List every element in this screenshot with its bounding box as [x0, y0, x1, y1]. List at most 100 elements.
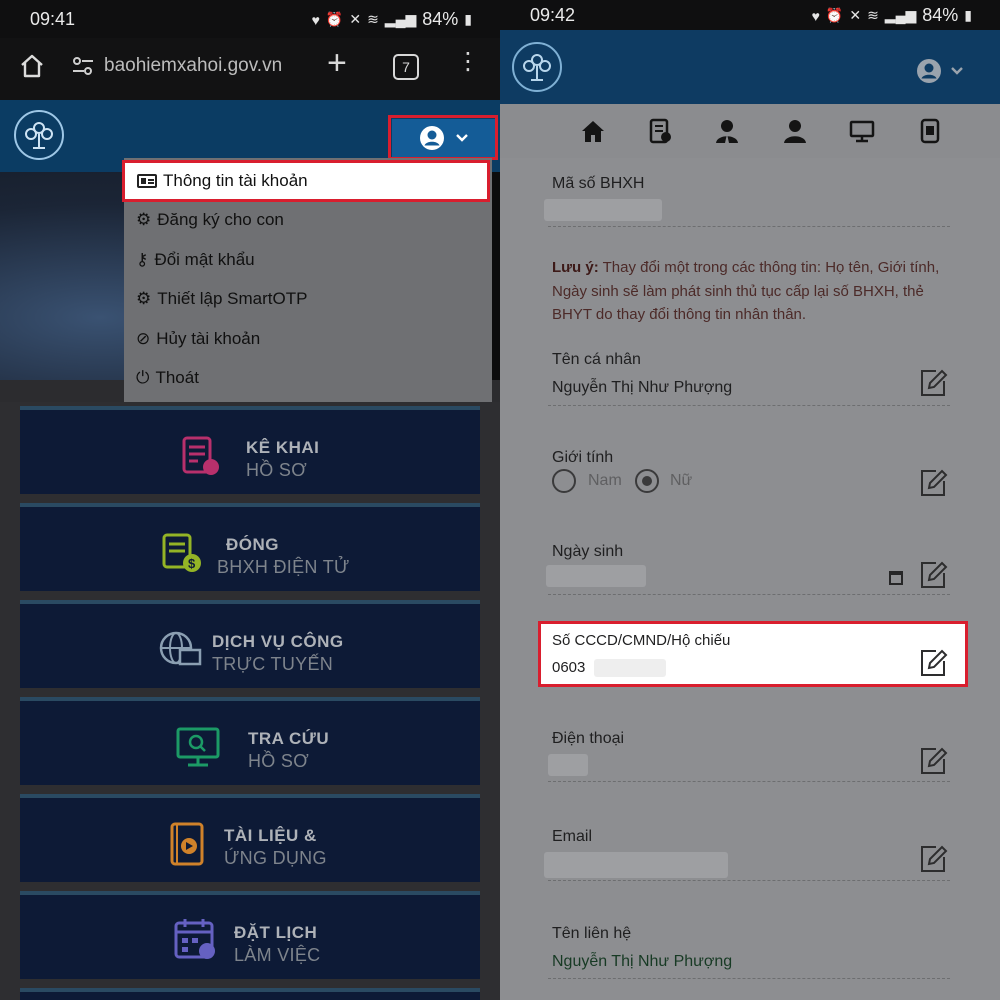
menu-item-change-password[interactable]: ⚷ Đổi mật khẩu [136, 250, 255, 270]
tab-count-button[interactable]: 7 [393, 54, 419, 80]
battery-icon: ▮ [964, 7, 972, 23]
radio-female[interactable] [635, 469, 659, 493]
dob-value-redacted [546, 565, 646, 587]
bhxh-logo[interactable] [12, 108, 66, 162]
invoice-dollar-icon: $ [162, 533, 201, 572]
bhxh-logo[interactable] [510, 40, 564, 94]
tile-title: ĐÓNG [226, 535, 279, 554]
tile-subtitle: HỒ SƠ [246, 460, 307, 480]
menu-item-label: Hủy tài khoản [156, 329, 261, 348]
tile-subtitle: TRỰC TUYẾN [212, 654, 334, 674]
field-divider [548, 594, 950, 595]
new-tab-icon[interactable]: + [327, 46, 347, 80]
phone-label: Điện thoại [552, 730, 625, 747]
field-divider [548, 226, 950, 227]
media-book-icon [170, 822, 204, 866]
battery-percent: 84% [422, 9, 459, 29]
tile-dong-bhxh[interactable]: $ ĐÓNG BHXH ĐIỆN TỬ [20, 503, 480, 591]
field-divider [548, 405, 950, 406]
monitor-search-icon [176, 727, 220, 767]
menu-item-register-child[interactable]: ⚙ Đăng ký cho con [136, 210, 284, 230]
svg-text:$: $ [188, 556, 196, 571]
tile-next-partial [20, 988, 480, 1000]
tile-tai-lieu[interactable]: TÀI LIỆU & ỨNG DỤNG [20, 794, 480, 882]
home-icon[interactable] [18, 52, 46, 80]
menu-item-label: Thông tin tài khoản [163, 171, 308, 190]
menu-item-account-info[interactable]: Thông tin tài khoản [122, 160, 490, 202]
edit-dob-icon[interactable] [918, 560, 948, 590]
edit-name-icon[interactable] [918, 368, 948, 398]
menu-item-smartotp[interactable]: ⚙ Thiết lập SmartOTP [136, 289, 307, 309]
name-value: Nguyễn Thị Như Phượng [552, 379, 733, 396]
monitor-icon[interactable] [849, 118, 875, 144]
right-screenshot: 09:42 ♥ ⏰ ✕ ≋ ▂▄▆ 84% ▮ Mã số BHXH Lưu ý… [500, 0, 1000, 1000]
left-screenshot: 09:41 ♥ ⏰ ✕ ≋ ▂▄▆ 84% ▮ baohiemxahoi.gov… [0, 0, 500, 1000]
name-label: Tên cá nhân [552, 351, 641, 368]
edit-email-icon[interactable] [918, 844, 948, 874]
wifi-icon: ≋ [367, 11, 379, 27]
menu-item-cancel-account[interactable]: ⊘ Hủy tài khoản [136, 329, 260, 349]
change-info-note: Lưu ý: Thay đổi một trong các thông tin:… [552, 256, 952, 327]
gender-label: Giới tính [552, 449, 614, 466]
edit-id-number-icon[interactable] [918, 648, 948, 678]
tile-title: ĐẶT LỊCH [234, 923, 318, 942]
status-time: 09:42 [530, 5, 576, 25]
tile-subtitle: ỨNG DỤNG [224, 848, 327, 868]
user-circle-icon [917, 59, 941, 83]
site-settings-icon[interactable] [72, 56, 94, 76]
gender-male-label: Nam [588, 472, 622, 489]
menu-item-label: Thiết lập SmartOTP [157, 289, 308, 308]
url-text[interactable]: baohiemxahoi.gov.vn [104, 55, 282, 77]
tile-subtitle: BHXH ĐIỆN TỬ [217, 557, 350, 577]
power-icon: ⏻ [136, 368, 150, 387]
tile-ke-khai[interactable]: KÊ KHAI HỒ SƠ [20, 406, 480, 494]
mobile-icon[interactable] [917, 118, 943, 144]
edit-phone-icon[interactable] [918, 746, 948, 776]
tile-dich-vu-cong[interactable]: DỊCH VỤ CÔNG TRỰC TUYẾN [20, 600, 480, 688]
tile-subtitle: HỒ SƠ [248, 751, 309, 771]
gender-female-label: Nữ [670, 472, 693, 489]
wifi-icon: ≋ [867, 7, 879, 23]
account-button[interactable] [916, 58, 964, 84]
tile-tra-cuu[interactable]: TRA CỨU HỒ SƠ [20, 697, 480, 785]
tile-dat-lich[interactable]: ĐẶT LỊCH LÀM VIỆC [20, 891, 480, 979]
more-menu-icon[interactable]: ⋮ [456, 50, 480, 74]
user-icon[interactable] [782, 118, 808, 144]
tile-title: KÊ KHAI [246, 438, 320, 457]
contact-label: Tên liên hệ [552, 925, 632, 942]
id-number-field-highlight[interactable] [538, 621, 968, 687]
mute-icon: ✕ [849, 7, 862, 23]
menu-item-logout[interactable]: ⏻ Thoát [136, 368, 199, 388]
gear-icon: ⚙ [136, 289, 152, 308]
edit-gender-icon[interactable] [918, 468, 948, 498]
bhxh-number-label: Mã số BHXH [552, 175, 645, 192]
signal-icon: ▂▄▆ [384, 11, 417, 27]
globe-monitor-icon [159, 631, 202, 666]
battery-percent: 84% [922, 5, 959, 25]
battery-icon: ▮ [464, 11, 472, 27]
tile-title: TRA CỨU [248, 729, 330, 748]
signal-icon: ▂▄▆ [884, 7, 917, 23]
contact-value: Nguyễn Thị Như Phượng [552, 953, 733, 970]
id-card-icon [137, 174, 157, 188]
alarm-icon: ⏰ [825, 7, 844, 23]
menu-item-label: Đổi mật khẩu [154, 250, 255, 269]
phone-value-redacted [548, 754, 588, 776]
email-label: Email [552, 828, 593, 845]
id-number-redacted [594, 659, 666, 677]
ban-icon: ⊘ [136, 329, 151, 348]
gear-icon: ⚙ [136, 210, 152, 229]
tile-title: TÀI LIỆU & [224, 826, 317, 845]
email-value-redacted [544, 852, 728, 878]
id-number-value: 0603 [552, 659, 586, 676]
field-divider [548, 978, 950, 979]
menu-item-label: Thoát [155, 368, 199, 387]
status-icons: ♥ ⏰ ✕ ≋ ▂▄▆ 84% ▮ [312, 9, 472, 30]
browser-toolbar: baohiemxahoi.gov.vn + 7 ⋮ [0, 38, 500, 100]
home-icon[interactable] [580, 118, 606, 144]
calendar-icon[interactable] [889, 571, 903, 585]
document-icon[interactable] [647, 118, 673, 144]
status-time: 09:41 [30, 9, 76, 29]
radio-male[interactable] [552, 469, 576, 493]
user-tie-icon[interactable] [714, 118, 740, 144]
